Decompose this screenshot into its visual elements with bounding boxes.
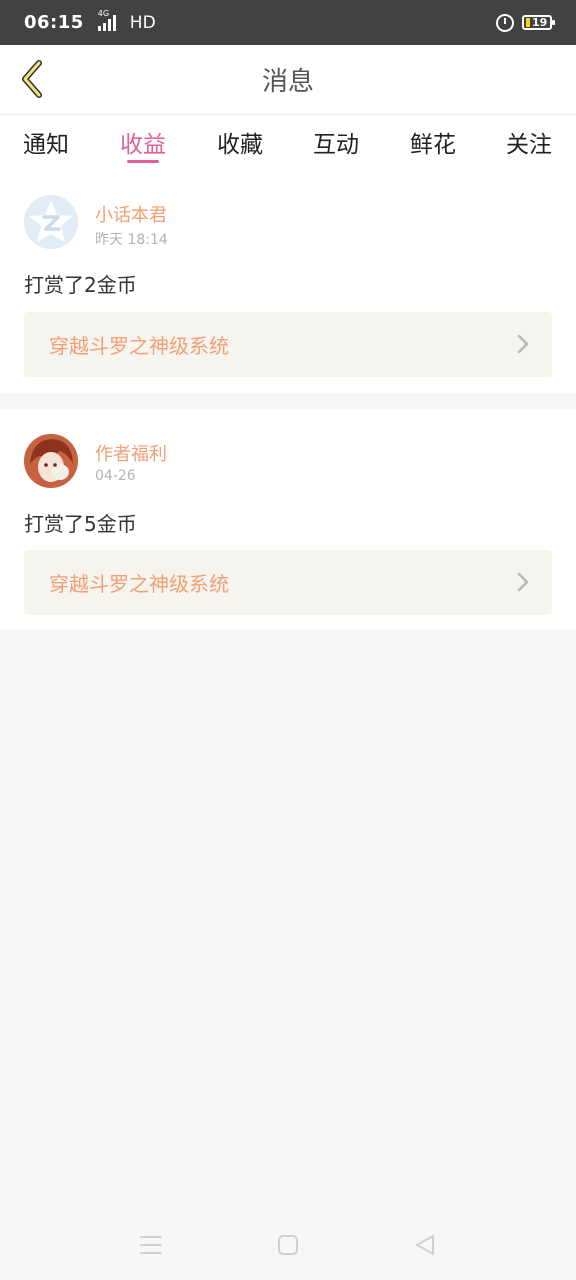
tab-notify[interactable]: 通知 <box>11 115 81 167</box>
back-button[interactable] <box>14 59 50 99</box>
message-time: 04-26 <box>95 468 136 484</box>
book-title: 穿越斗罗之神级系统 <box>49 572 229 596</box>
battery-level: 19 <box>532 16 548 29</box>
book-title: 穿越斗罗之神级系统 <box>49 334 229 358</box>
header: 消息 <box>0 45 576 115</box>
message-text: 打赏了5金币 <box>24 512 137 536</box>
chevron-right-icon <box>517 572 529 592</box>
list-item: 小话本君 昨天 18:14 打赏了2金币 穿越斗罗之神级系统 <box>0 167 576 393</box>
sender-name[interactable]: 小话本君 <box>95 201 167 227</box>
anime-avatar-icon <box>24 434 78 488</box>
home-icon[interactable] <box>277 1234 299 1256</box>
active-tab-indicator <box>127 160 159 163</box>
book-link[interactable]: 穿越斗罗之神级系统 <box>24 550 552 615</box>
system-nav-bar <box>0 1210 576 1280</box>
back-arrow-icon <box>22 60 42 98</box>
page-title: 消息 <box>261 67 314 97</box>
alarm-icon <box>496 13 514 32</box>
tab-favorites[interactable]: 收藏 <box>205 115 275 167</box>
avatar[interactable] <box>24 434 78 488</box>
tab-bar: 通知 收益 收藏 互动 鲜花 关注 <box>0 115 576 167</box>
battery-icon: 19 <box>522 15 555 30</box>
sender-name[interactable]: 作者福利 <box>95 440 167 466</box>
status-time: 06:15 <box>24 12 84 33</box>
status-bar: 06:15 4G HD 19 <box>0 0 576 45</box>
hd-indicator: HD <box>129 12 156 33</box>
tab-follow[interactable]: 关注 <box>494 115 564 167</box>
tab-flowers[interactable]: 鲜花 <box>398 115 468 167</box>
back-nav-icon[interactable] <box>414 1234 436 1256</box>
status-right: 19 <box>496 13 555 32</box>
list-item: 作者福利 04-26 打赏了5金币 穿越斗罗之神级系统 <box>0 409 576 629</box>
signal-icon: 4G <box>97 9 116 31</box>
message-time: 昨天 18:14 <box>95 232 168 248</box>
menu-icon[interactable] <box>140 1234 162 1256</box>
star-logo-icon <box>24 195 78 249</box>
network-type: 4G <box>97 8 110 18</box>
status-left: 06:15 4G HD <box>24 9 156 34</box>
book-link[interactable]: 穿越斗罗之神级系统 <box>24 312 552 377</box>
message-text: 打赏了2金币 <box>24 273 137 297</box>
chevron-right-icon <box>517 334 529 354</box>
tab-interaction[interactable]: 互动 <box>301 115 371 167</box>
avatar[interactable] <box>24 195 78 249</box>
